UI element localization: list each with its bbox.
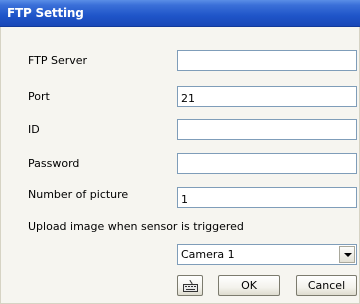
port-input[interactable] [177,86,357,107]
camera-select-value: Camera 1 [181,248,235,261]
port-label: Port [28,90,50,103]
password-label: Password [28,157,80,170]
number-of-picture-label: Number of picture [28,188,129,201]
id-label: ID [28,123,40,136]
upload-trigger-label: Upload image when sensor is triggered [28,220,244,233]
keyboard-button[interactable] [177,275,203,296]
keyboard-icon [183,279,198,292]
ftp-server-label: FTP Server [28,54,88,67]
cancel-button[interactable]: Cancel [296,275,357,296]
title-bar[interactable]: FTP Setting [0,0,360,27]
ftp-server-input[interactable] [177,50,357,71]
chevron-down-icon [344,253,352,257]
password-input[interactable] [177,153,357,174]
number-of-picture-input[interactable] [177,187,357,208]
window-title: FTP Setting [7,6,84,20]
id-input[interactable] [177,119,357,140]
dropdown-button[interactable] [339,246,355,263]
ftp-setting-dialog: FTP Setting FTP Server Port ID Password … [0,0,360,304]
camera-select[interactable]: Camera 1 [177,244,357,265]
ok-button[interactable]: OK [218,275,280,296]
